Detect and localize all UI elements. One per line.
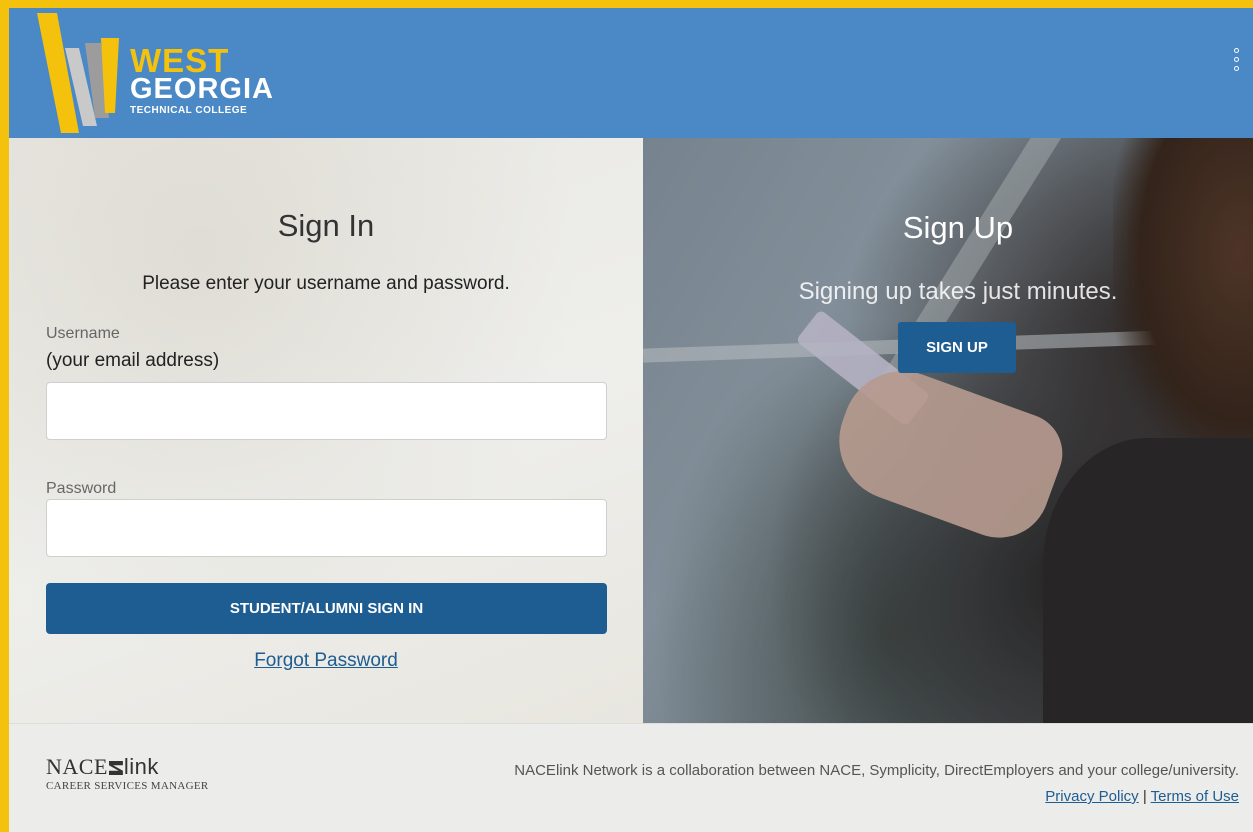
forgot-password-link[interactable]: Forgot Password [9,650,643,672]
signup-title: Sign Up [902,210,1014,245]
menu-dot [1233,48,1239,53]
footer-link-separator: | [1142,788,1147,805]
college-logo-mark-icon [37,13,119,133]
signup-panel: Sign Up Signing up takes just minutes. S… [643,138,1253,723]
footer-links: Privacy Policy | Terms of Use [1045,788,1239,805]
username-input[interactable] [46,382,607,440]
nacelink-logo-link: link [123,754,159,779]
signup-subtitle: Signing up takes just minutes. [798,278,1118,305]
signin-subtitle: Please enter your username and password. [142,273,510,294]
password-label: Password [46,480,117,497]
nacelink-logo-subtitle: CAREER SERVICES MANAGER [46,780,209,792]
signin-title: Sign In [277,208,375,243]
page-footer: NACE link CAREER SERVICES MANAGER NACElin… [9,723,1253,832]
menu-dot [1233,66,1239,71]
nacelink-logo-mark-icon [108,761,123,775]
page-frame: WEST GEORGIA TECHNICAL COLLEGE Sign In P… [9,8,1253,832]
nacelink-logo-main: NACE link [46,756,208,778]
terms-of-use-link[interactable]: Terms of Use [1151,788,1239,805]
signin-panel: Sign In Please enter your username and p… [9,138,643,723]
logo-text-georgia: GEORGIA [130,73,274,105]
student-alumni-signin-button[interactable]: STUDENT/ALUMNI SIGN IN [46,583,607,634]
username-hint: (your email address) [46,350,220,371]
site-header: WEST GEORGIA TECHNICAL COLLEGE [9,8,1253,138]
menu-dot [1233,57,1239,62]
privacy-policy-link[interactable]: Privacy Policy [1045,788,1138,805]
signup-button[interactable]: SIGN UP [898,322,1016,373]
college-logo[interactable]: WEST GEORGIA TECHNICAL COLLEGE [35,8,295,138]
nacelink-logo-nace: NACE [46,754,108,779]
username-label: Username [46,325,120,342]
logo-text-technical-college: TECHNICAL COLLEGE [130,105,248,116]
footer-network-text: NACElink Network is a collaboration betw… [514,762,1239,779]
vertical-dots-icon[interactable] [1231,48,1241,88]
nacelink-logo[interactable]: NACE link CAREER SERVICES MANAGER [46,756,209,793]
password-input[interactable] [46,499,607,557]
